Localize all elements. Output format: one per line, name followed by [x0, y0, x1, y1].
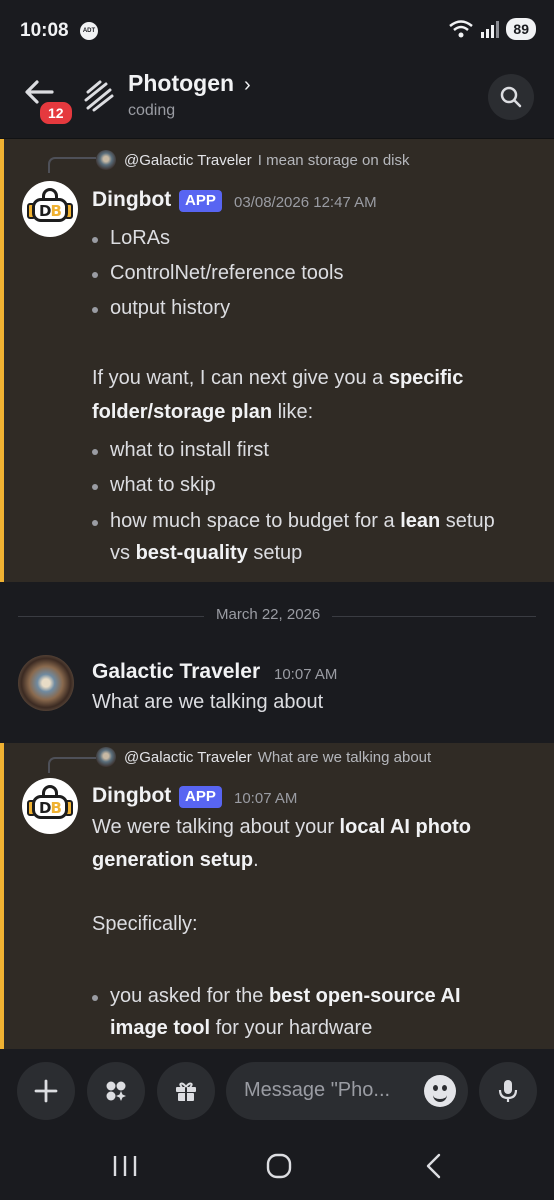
- gift-button[interactable]: [157, 1062, 215, 1120]
- apps-icon: [106, 1081, 126, 1101]
- system-nav-bar: [0, 1134, 554, 1200]
- reply-preview[interactable]: @Galactic Traveler I mean storage on dis…: [96, 149, 410, 171]
- battery-indicator: 89: [506, 18, 536, 40]
- message-author[interactable]: Galactic Traveler: [92, 660, 260, 684]
- status-time: 10:08: [20, 20, 69, 41]
- message-text: If you want, I can next give you a speci…: [92, 367, 464, 389]
- unread-badge: 12: [38, 100, 74, 126]
- message-item[interactable]: @Galactic Traveler What are we talking a…: [0, 743, 554, 1049]
- carrier-icon: ADT: [80, 22, 98, 40]
- message-list[interactable]: @Galactic Traveler I mean storage on dis…: [0, 139, 554, 1049]
- apps-button[interactable]: [87, 1062, 145, 1120]
- status-bar: 10:08 ADT 89: [0, 0, 554, 60]
- mic-icon: [498, 1080, 518, 1102]
- message-item[interactable]: Galactic Traveler 10:07 AM What are we t…: [0, 644, 554, 734]
- reply-connector: [48, 757, 96, 773]
- message-composer: Message "Pho...: [0, 1049, 554, 1134]
- reply-text: What are we talking about: [257, 748, 432, 766]
- reply-author[interactable]: @Galactic Traveler: [124, 152, 252, 169]
- list-item-continuation: vs best-quality setup: [110, 542, 303, 564]
- chevron-right-icon[interactable]: ›: [244, 74, 251, 97]
- search-button[interactable]: [488, 74, 534, 120]
- home-icon[interactable]: [266, 1153, 292, 1179]
- recents-icon[interactable]: [112, 1154, 138, 1178]
- date-divider: March 22, 2026: [204, 606, 333, 623]
- avatar[interactable]: DB: [22, 778, 78, 834]
- back-icon[interactable]: [424, 1153, 444, 1179]
- voice-button[interactable]: [479, 1062, 537, 1120]
- signal-icon: [481, 21, 500, 38]
- status-indicators: 89: [448, 18, 536, 40]
- gift-icon: [176, 1082, 196, 1101]
- reply-connector: [48, 157, 96, 173]
- reply-author[interactable]: @Galactic Traveler: [124, 749, 252, 766]
- message-item[interactable]: @Galactic Traveler I mean storage on dis…: [0, 139, 554, 582]
- channel-header: 12 Photogen › coding: [0, 60, 554, 139]
- avatar[interactable]: DB: [22, 181, 78, 237]
- channel-title[interactable]: Photogen: [128, 70, 234, 97]
- reply-avatar: [96, 747, 116, 767]
- channel-icon: [84, 80, 114, 112]
- avatar-logo: DB: [39, 799, 62, 817]
- emoji-icon[interactable]: [424, 1075, 456, 1107]
- wifi-icon: [449, 20, 474, 38]
- message-text: folder/storage plan like:: [92, 401, 314, 423]
- message-timestamp: 10:07 AM: [234, 790, 298, 807]
- reply-text: I mean storage on disk: [257, 151, 410, 169]
- list-item-continuation: image tool for your hardware: [110, 1017, 373, 1039]
- search-icon: [500, 86, 522, 108]
- message-text: What are we talking about: [92, 691, 324, 713]
- avatar[interactable]: [18, 655, 74, 711]
- add-button[interactable]: [17, 1062, 75, 1120]
- message-text: generation setup.: [92, 849, 259, 871]
- message-placeholder: Message "Pho...: [244, 1079, 391, 1101]
- message-input[interactable]: Message "Pho...: [226, 1062, 468, 1120]
- message-text: Specifically:: [92, 913, 198, 935]
- app-tag: APP: [179, 190, 222, 212]
- message-timestamp: 03/08/2026 12:47 AM: [234, 194, 377, 211]
- message-timestamp: 10:07 AM: [274, 666, 338, 683]
- message-author[interactable]: Dingbot: [92, 784, 171, 808]
- message-text: We were talking about your local AI phot…: [92, 816, 472, 838]
- reply-preview[interactable]: @Galactic Traveler What are we talking a…: [96, 746, 431, 768]
- avatar-logo: DB: [39, 202, 62, 220]
- reply-avatar: [96, 150, 116, 170]
- channel-subtitle: coding: [128, 102, 176, 119]
- message-author[interactable]: Dingbot: [92, 188, 171, 212]
- app-tag: APP: [179, 786, 222, 808]
- plus-icon: [34, 1079, 58, 1103]
